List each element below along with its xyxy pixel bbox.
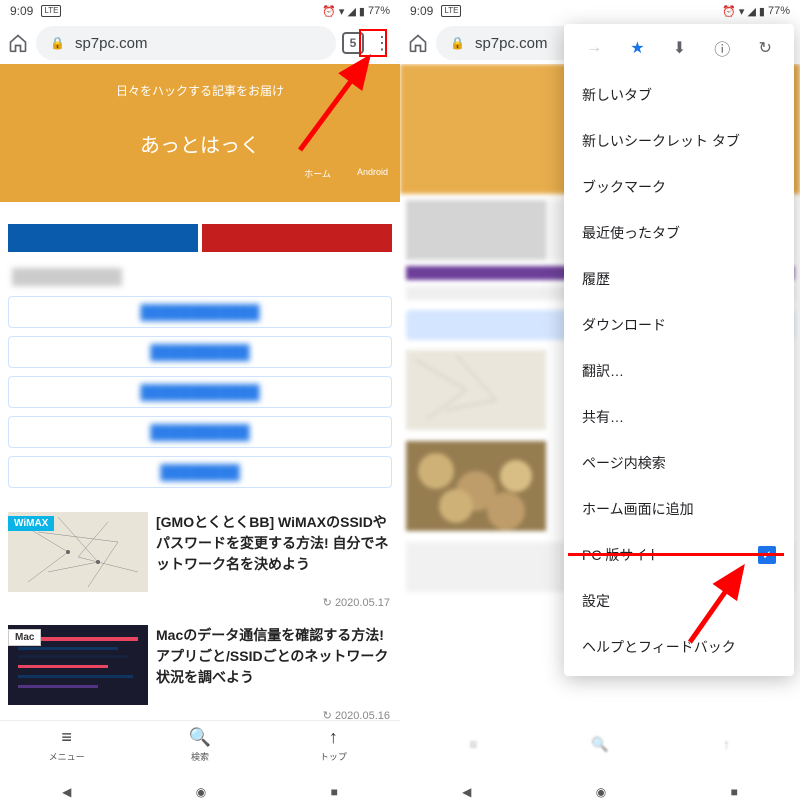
signal-icon: ◢ [347,5,355,18]
home-icon[interactable] [406,31,430,55]
wifi-icon: ▾ [339,5,345,18]
menu-recent-tabs[interactable]: 最近使ったタブ [564,210,794,256]
menu-history[interactable]: 履歴 [564,256,794,302]
url-text: sp7pc.com [75,35,148,52]
battery-icon: ▮ [759,5,765,18]
lock-icon: 🔒 [50,36,65,50]
clock: 9:09 [410,4,433,18]
menu-find[interactable]: ページ内検索 [564,440,794,486]
reload-icon[interactable]: ↻ [758,38,771,58]
blurred-link: ████████████ [8,376,392,408]
article-item[interactable]: Mac Macのデータ通信量を確認する方法! アプリごと/SSIDごとのネットワ… [0,617,400,709]
nav-menu[interactable]: ≡メニュー [0,721,133,768]
battery-pct: 77% [368,5,390,17]
status-bar: 9:09 LTE ⏰ ▾ ◢ ▮ 77% [400,0,800,22]
annotation-arrow [290,50,390,160]
menu-share[interactable]: 共有… [564,394,794,440]
menu-add-home[interactable]: ホーム画面に追加 [564,486,794,532]
menu-downloads[interactable]: ダウンロード [564,302,794,348]
clock: 9:09 [10,4,33,18]
nav-search[interactable]: 🔍検索 [133,721,266,768]
back-icon[interactable]: ◀ [462,785,471,799]
wifi-icon: ▾ [739,5,745,18]
status-bar: 9:09 LTE ⏰ ▾ ◢ ▮ 77% [0,0,400,22]
url-text: sp7pc.com [475,35,548,52]
nav-home[interactable]: ホーム [304,167,331,180]
recent-apps-icon[interactable]: ■ [331,785,338,799]
menu-new-tab[interactable]: 新しいタブ [564,72,794,118]
nav-top[interactable]: ↑トップ [267,721,400,768]
lte-icon: LTE [41,5,61,17]
blurred-link: ████████ [8,456,392,488]
blurred-heading [12,268,122,286]
status-icons: ⏰ ▾ ◢ ▮ 77% [722,5,790,18]
back-icon[interactable]: ◀ [62,785,71,799]
blurred-link: ██████████ [8,336,392,368]
lock-icon: 🔒 [450,36,465,50]
annotation-underline [568,553,784,556]
info-icon[interactable]: ⓘ [714,36,730,60]
annotation-arrow [670,560,760,650]
alarm-icon: ⏰ [722,5,736,18]
home-icon[interactable] [6,31,30,55]
home-nav-icon[interactable]: ◉ [196,785,206,799]
article-title: [GMOとくとくBB] WiMAXのSSIDやパスワードを変更する方法! 自分で… [156,512,392,592]
article-title: Macのデータ通信量を確認する方法! アプリごと/SSIDごとのネットワーク状況… [156,625,392,705]
article-item[interactable]: WiMAX [GMOとくとくBB] WiMAXのSSIDやパスワードを変更する方… [0,504,400,596]
home-nav-icon[interactable]: ◉ [596,785,606,799]
alarm-icon: ⏰ [322,5,336,18]
nav-android[interactable]: Android [357,167,388,180]
download-icon[interactable]: ⬇ [673,38,686,58]
article-badge: Mac [8,629,41,646]
article-date: 2020.05.17 [0,596,400,617]
blurred-link: ████████████ [8,296,392,328]
menu-bookmarks[interactable]: ブックマーク [564,164,794,210]
lte-icon: LTE [441,5,461,17]
forward-icon[interactable]: → [586,39,602,57]
signal-icon: ◢ [747,5,755,18]
bookmark-star-icon[interactable]: ★ [630,38,644,58]
bottom-nav: ≡メニュー 🔍検索 ↑トップ [0,720,400,768]
status-icons: ⏰ ▾ ◢ ▮ 77% [322,5,390,18]
blurred-link: ██████████ [8,416,392,448]
recent-apps-icon[interactable]: ■ [731,785,738,799]
battery-icon: ▮ [359,5,365,18]
article-badge: WiMAX [8,516,54,531]
bottom-nav-blurred: ≡🔍↑ [410,736,790,762]
menu-translate[interactable]: 翻訳… [564,348,794,394]
menu-incognito[interactable]: 新しいシークレット タブ [564,118,794,164]
ad-buttons [8,224,392,252]
battery-pct: 77% [768,5,790,17]
android-nav-bar: ◀ ◉ ■ ◀ ◉ ■ [0,784,800,800]
